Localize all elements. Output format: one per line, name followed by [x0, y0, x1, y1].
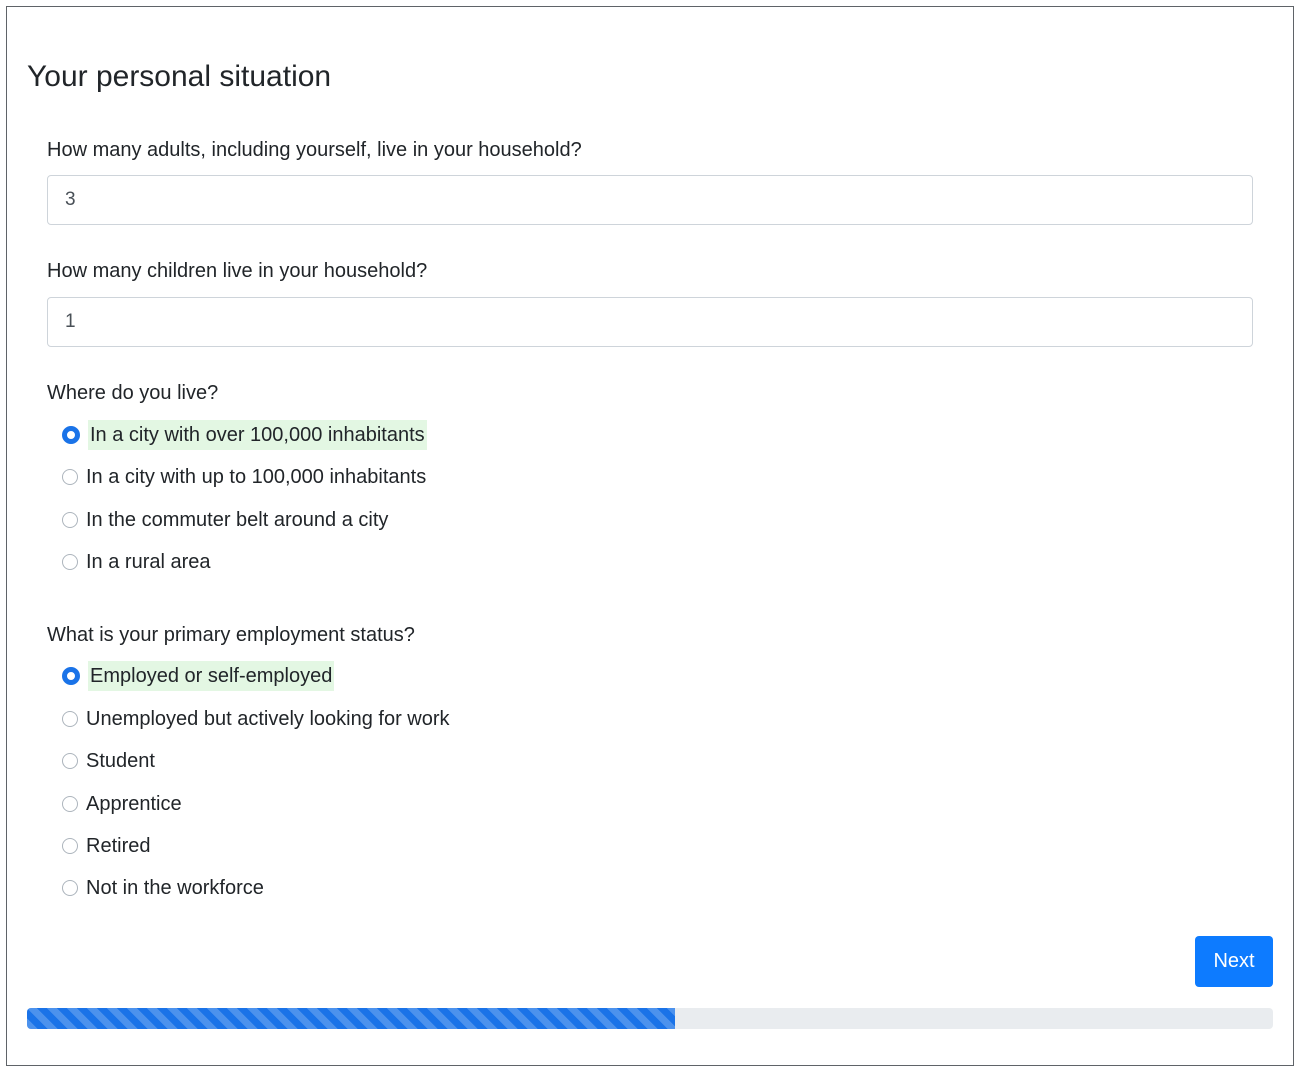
employment-option[interactable]: Apprentice [62, 789, 184, 819]
radio-unchecked-icon[interactable] [62, 796, 78, 812]
employment-option-label: Employed or self-employed [88, 661, 335, 691]
radio-unchecked-icon[interactable] [62, 512, 78, 528]
survey-frame [6, 6, 1294, 1066]
employment-option[interactable]: Student [62, 746, 157, 776]
employment-option-label: Unemployed but actively looking for work [86, 708, 450, 730]
radio-unchecked-icon[interactable] [62, 711, 78, 727]
radio-checked-icon[interactable] [62, 667, 80, 685]
progress-bar [27, 1008, 1273, 1029]
radio-unchecked-icon[interactable] [62, 753, 78, 769]
location-option[interactable]: In a city with over 100,000 inhabitants [62, 420, 427, 450]
radio-unchecked-icon[interactable] [62, 469, 78, 485]
employment-option-label: Student [86, 750, 155, 772]
employment-option-label: Not in the workforce [86, 877, 264, 899]
employment-option-label: Retired [86, 835, 151, 857]
next-button[interactable]: Next [1195, 936, 1273, 987]
progress-bar-fill [27, 1008, 675, 1029]
employment-option[interactable]: Retired [62, 831, 152, 861]
page-title: Your personal situation [27, 60, 332, 93]
children-question-label: How many children live in your household… [47, 260, 428, 282]
location-question-label: Where do you live? [47, 382, 219, 404]
location-option[interactable]: In the commuter belt around a city [62, 505, 390, 535]
employment-question-label: What is your primary employment status? [47, 624, 415, 646]
location-option-label: In the commuter belt around a city [86, 509, 389, 531]
location-option[interactable]: In a rural area [62, 547, 213, 577]
adults-input[interactable] [47, 175, 1253, 225]
location-option-label: In a city with over 100,000 inhabitants [88, 420, 427, 450]
radio-checked-icon[interactable] [62, 426, 80, 444]
radio-unchecked-icon[interactable] [62, 554, 78, 570]
location-option-label: In a rural area [86, 551, 211, 573]
employment-option[interactable]: Unemployed but actively looking for work [62, 704, 452, 734]
employment-option[interactable]: Not in the workforce [62, 873, 266, 903]
children-input[interactable] [47, 297, 1253, 347]
adults-question-label: How many adults, including yourself, liv… [47, 139, 582, 161]
employment-option[interactable]: Employed or self-employed [62, 661, 335, 691]
radio-unchecked-icon[interactable] [62, 838, 78, 854]
radio-unchecked-icon[interactable] [62, 880, 78, 896]
employment-option-label: Apprentice [86, 793, 182, 815]
location-option[interactable]: In a city with up to 100,000 inhabitants [62, 462, 428, 492]
location-option-label: In a city with up to 100,000 inhabitants [86, 466, 427, 488]
